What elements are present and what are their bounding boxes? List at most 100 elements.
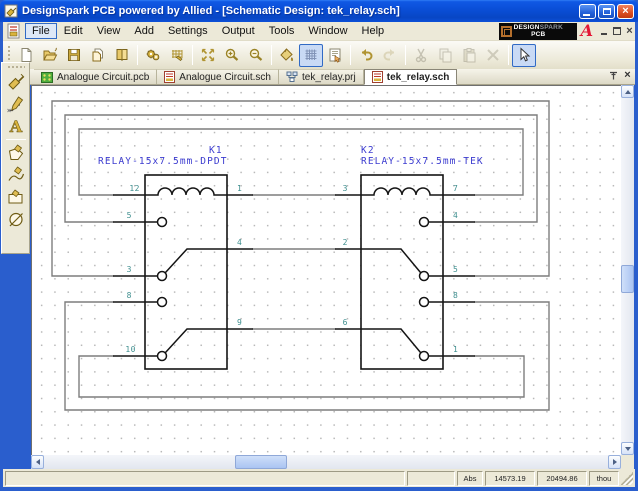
side-toolbar-grip[interactable] bbox=[6, 65, 25, 69]
scroll-down-button[interactable] bbox=[621, 442, 634, 455]
k2-ref-label[interactable]: K2 bbox=[361, 145, 375, 156]
mdi-close-button[interactable]: × bbox=[624, 25, 635, 37]
resize-grip[interactable] bbox=[621, 471, 633, 485]
vertical-scroll-thumb[interactable] bbox=[621, 265, 634, 293]
add-shape-rectangle-button[interactable] bbox=[4, 186, 28, 208]
svg-text:A: A bbox=[8, 117, 22, 136]
right-arrow-icon bbox=[612, 459, 620, 465]
tab-analogue-circuit-pcb[interactable]: Analogue Circuit.pcb bbox=[34, 69, 158, 84]
maximize-icon bbox=[602, 7, 611, 15]
vertical-scrollbar[interactable] bbox=[621, 85, 634, 455]
minimize-icon bbox=[583, 13, 590, 16]
menu-window[interactable]: Window bbox=[301, 23, 354, 39]
minimize-button[interactable] bbox=[579, 3, 596, 19]
horizontal-scroll-thumb[interactable] bbox=[235, 455, 287, 469]
delete-button[interactable] bbox=[481, 44, 505, 67]
paste-button[interactable] bbox=[457, 44, 481, 67]
menu-bar: File Edit View Add Settings Output Tools… bbox=[3, 22, 635, 41]
scroll-right-button[interactable] bbox=[608, 455, 621, 469]
up-arrow-icon bbox=[624, 87, 631, 94]
tab-label: Analogue Circuit.sch bbox=[179, 71, 271, 83]
maximize-button[interactable] bbox=[598, 3, 615, 19]
menu-settings[interactable]: Settings bbox=[161, 23, 215, 39]
net-k1p5-k2p4 bbox=[64, 114, 538, 223]
add-text-button[interactable]: A bbox=[4, 115, 28, 137]
window-border bbox=[0, 487, 638, 491]
undo-button[interactable] bbox=[354, 44, 378, 67]
k2-pin4-label: 4 bbox=[453, 211, 458, 220]
tab-label: tek_relay.prj bbox=[302, 71, 356, 83]
k1-pin8-label: 8 bbox=[127, 291, 132, 300]
schematic-canvas[interactable]: K1 RELAY-15x7.5mm-DPDT K2 RELAY-15x7.5mm… bbox=[31, 85, 621, 455]
menu-file[interactable]: File bbox=[25, 23, 57, 39]
cut-button[interactable] bbox=[409, 44, 433, 67]
k1-pin12-label: 12 bbox=[129, 184, 140, 193]
horizontal-scrollbar[interactable] bbox=[31, 455, 621, 469]
tab-tek-relay-sch[interactable]: tek_relay.sch bbox=[363, 69, 458, 85]
toggle-grid-button[interactable] bbox=[299, 43, 323, 67]
add-shape-path-button[interactable] bbox=[4, 164, 28, 186]
k1-pin9-label: 9 bbox=[237, 318, 242, 327]
design-properties-button[interactable] bbox=[323, 44, 347, 67]
color-fill-button[interactable] bbox=[275, 44, 299, 67]
select-mode-button[interactable] bbox=[512, 43, 536, 67]
brand-name-dim: SPARK bbox=[539, 24, 563, 31]
k2-name-label[interactable]: RELAY-15x7.5mm-TEK bbox=[361, 156, 484, 167]
menu-help[interactable]: Help bbox=[355, 23, 392, 39]
tab-tek-relay-prj[interactable]: tek_relay.prj bbox=[279, 69, 364, 84]
document-system-icon[interactable] bbox=[6, 23, 22, 39]
pin-tabs-button[interactable] bbox=[607, 69, 620, 82]
pcb-document-icon bbox=[41, 71, 53, 83]
copy-button[interactable] bbox=[433, 44, 457, 67]
menu-add[interactable]: Add bbox=[127, 23, 161, 39]
window-title: DesignSpark PCB powered by Allied - [Sch… bbox=[22, 5, 400, 17]
add-component-button[interactable] bbox=[4, 71, 28, 93]
mdi-restore-button[interactable] bbox=[611, 26, 622, 37]
settings-gears-button[interactable] bbox=[141, 44, 165, 67]
menu-tools[interactable]: Tools bbox=[262, 23, 302, 39]
scroll-left-button[interactable] bbox=[31, 455, 44, 469]
k1-pin10-label: 10 bbox=[125, 345, 136, 354]
redo-button[interactable] bbox=[378, 44, 402, 67]
left-arrow-icon bbox=[33, 459, 40, 465]
scroll-up-button[interactable] bbox=[621, 85, 634, 98]
allied-logo: A bbox=[580, 21, 593, 40]
mdi-minimize-button[interactable] bbox=[598, 26, 609, 37]
libraries-button[interactable] bbox=[110, 44, 134, 67]
k2-pin6-label: 6 bbox=[343, 318, 348, 327]
grid-settings-button[interactable] bbox=[165, 44, 189, 67]
status-bar: Abs 14573.19 20494.86 thou bbox=[3, 469, 635, 487]
brand-name-strong: DESIGN bbox=[513, 24, 540, 31]
open-button[interactable] bbox=[38, 44, 62, 67]
k1-pin4-label: 4 bbox=[237, 238, 242, 247]
schematic-side-toolbar: A bbox=[1, 62, 30, 254]
menu-edit[interactable]: Edit bbox=[57, 23, 90, 39]
document-tab-bar: Analogue Circuit.pcb Analogue Circuit.sc… bbox=[3, 69, 635, 85]
brand-pcb: PCB bbox=[531, 31, 546, 38]
add-connection-button[interactable] bbox=[4, 93, 28, 115]
save-all-button[interactable] bbox=[86, 44, 110, 67]
k1-ref-label[interactable]: K1 bbox=[209, 145, 223, 156]
main-toolbar bbox=[3, 41, 635, 69]
add-shape-circle-button[interactable] bbox=[4, 208, 28, 230]
zoom-extents-button[interactable] bbox=[196, 44, 220, 67]
component-k1 bbox=[113, 174, 253, 370]
tab-analogue-circuit-sch[interactable]: Analogue Circuit.sch bbox=[157, 69, 279, 84]
close-button[interactable]: × bbox=[617, 3, 634, 19]
app-window: DesignSpark PCB powered by Allied - [Sch… bbox=[0, 0, 638, 491]
down-arrow-icon bbox=[624, 446, 631, 454]
pin-icon bbox=[610, 71, 617, 80]
k2-body bbox=[360, 174, 444, 370]
zoom-in-button[interactable] bbox=[220, 44, 244, 67]
save-button[interactable] bbox=[62, 44, 86, 67]
menu-view[interactable]: View bbox=[90, 23, 128, 39]
title-bar: DesignSpark PCB powered by Allied - [Sch… bbox=[0, 0, 638, 22]
add-shape-polygon-button[interactable] bbox=[4, 142, 28, 164]
menu-output[interactable]: Output bbox=[215, 23, 262, 39]
zoom-out-button[interactable] bbox=[244, 44, 268, 67]
close-document-button[interactable]: × bbox=[621, 69, 634, 82]
k1-name-label[interactable]: RELAY-15x7.5mm-DPDT bbox=[98, 156, 228, 167]
designspark-logo-icon bbox=[500, 25, 512, 37]
schematic-document-icon bbox=[371, 71, 383, 83]
app-icon bbox=[4, 4, 18, 18]
